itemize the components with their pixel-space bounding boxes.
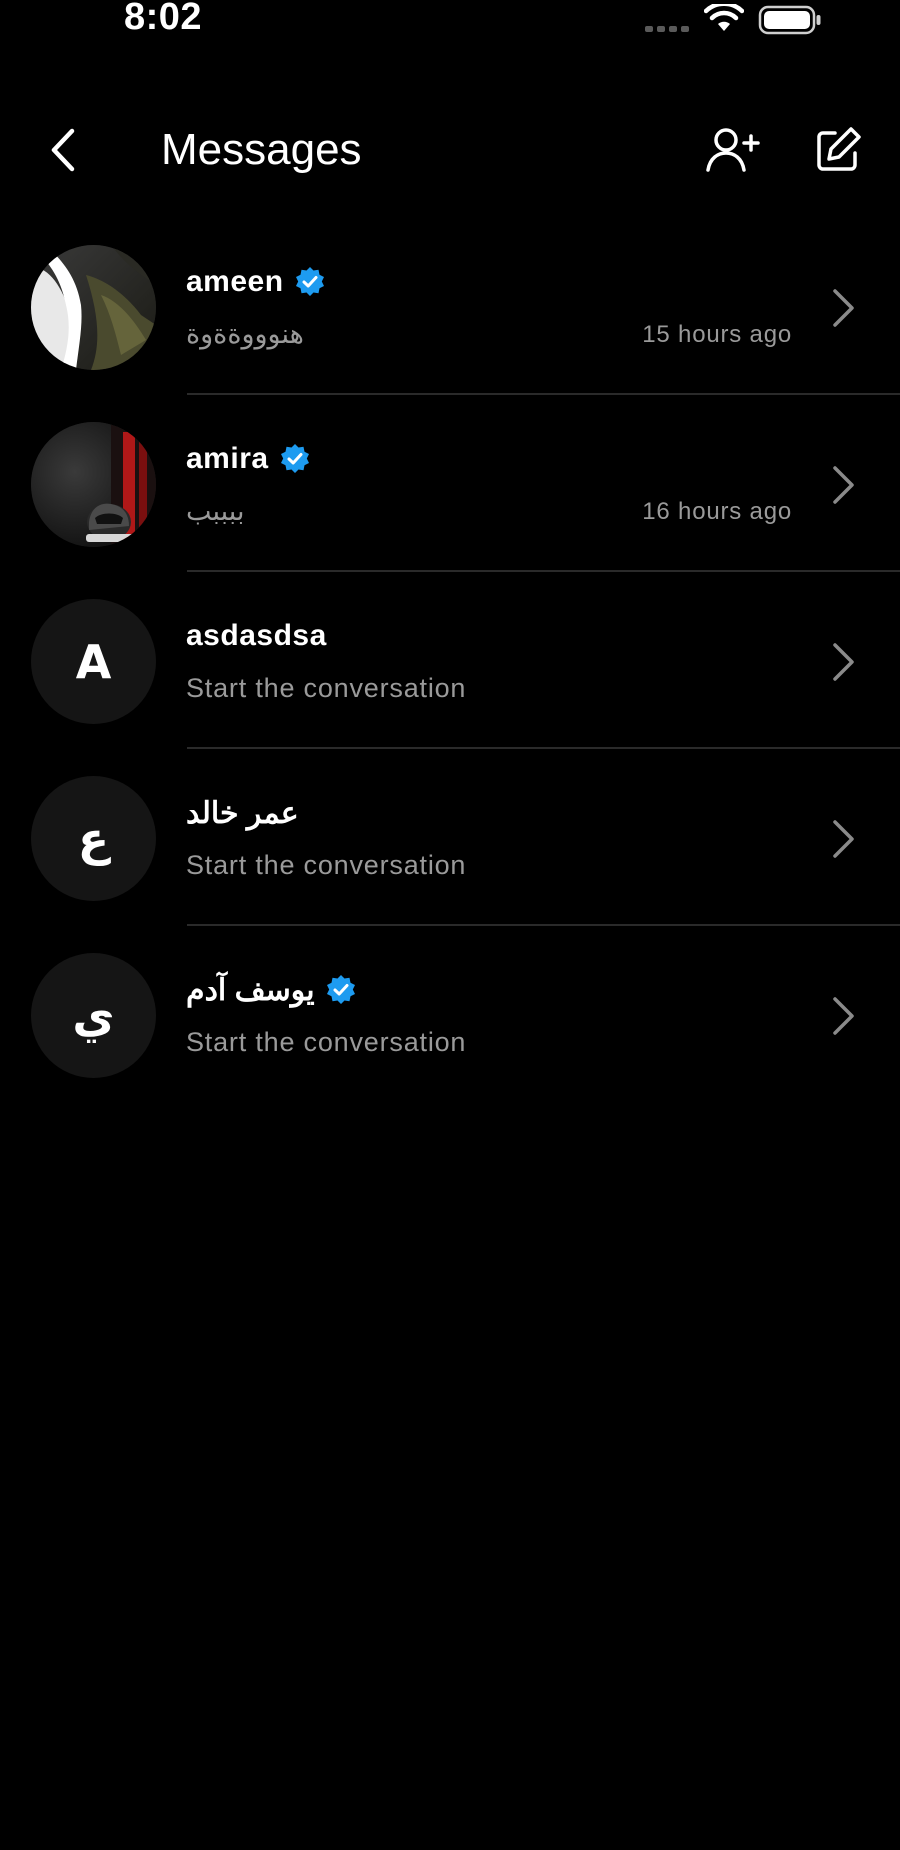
avatar: ي — [31, 953, 156, 1078]
name-line: يوسف آدم — [186, 968, 357, 1012]
verified-badge-icon — [295, 267, 324, 296]
name-line: ameen — [186, 260, 326, 304]
message-preview: Start the conversation — [186, 1027, 467, 1057]
back-button[interactable] — [34, 120, 94, 180]
cellular-signal-icon — [645, 26, 689, 32]
conversation-row-amira[interactable]: amira ببببب 16 hours ago — [0, 395, 900, 572]
name-line: عمر خالد — [186, 791, 299, 835]
message-timestamp: 15 hours ago — [642, 321, 792, 348]
compose-icon — [817, 127, 861, 171]
message-preview: Start the conversation — [186, 850, 467, 880]
wifi-icon — [704, 4, 744, 31]
message-preview: هنوووةةوة — [186, 319, 304, 349]
conversation-row-ameen[interactable]: ameen هنوووةةوة 15 hours ago — [0, 218, 900, 395]
contact-name: amira — [186, 442, 269, 475]
status-bar: 8:02 — [0, 0, 900, 44]
avatar-initial: A — [75, 634, 112, 689]
message-preview: Start the conversation — [186, 673, 467, 703]
chevron-right-icon — [833, 466, 854, 504]
add-user-button[interactable] — [700, 118, 764, 182]
avatar-initial: ي — [72, 988, 115, 1043]
chevron-right-icon — [833, 643, 854, 681]
contact-name: asdasdsa — [186, 619, 327, 652]
compose-button[interactable] — [806, 118, 870, 182]
contact-name: عمر خالد — [186, 796, 299, 830]
status-time: 8:02 — [124, 0, 203, 38]
battery-icon — [758, 5, 821, 35]
avatar — [31, 422, 156, 547]
conversation-row-omar-khaled[interactable]: ع عمر خالد Start the conversation — [0, 749, 900, 926]
avatar: A — [31, 599, 156, 724]
name-line: asdasdsa — [186, 614, 327, 658]
message-preview: ببببب — [186, 496, 245, 526]
contact-name: يوسف آدم — [186, 973, 315, 1007]
avatar: ع — [31, 776, 156, 901]
conversation-list: ameen هنوووةةوة 15 hours ago amira ببببب… — [0, 218, 900, 1103]
user-plus-icon — [706, 128, 760, 172]
avatar-photo-helmet — [31, 422, 156, 547]
header: Messages — [0, 110, 900, 190]
chevron-right-icon — [833, 289, 854, 327]
avatar-photo-waterfall — [31, 245, 156, 370]
chevron-right-icon — [833, 820, 854, 858]
message-timestamp: 16 hours ago — [642, 498, 792, 525]
chevron-left-icon — [51, 128, 75, 172]
page-title: Messages — [161, 125, 362, 174]
chevron-right-icon — [833, 997, 854, 1035]
avatar-initial: ع — [77, 811, 110, 866]
avatar — [31, 245, 156, 370]
conversation-row-asdasdsa[interactable]: A asdasdsa Start the conversation — [0, 572, 900, 749]
verified-badge-icon — [280, 444, 309, 473]
name-line: amira — [186, 437, 311, 481]
conversation-row-yousef-adam[interactable]: ي يوسف آدم Start the conversation — [0, 926, 900, 1103]
contact-name: ameen — [186, 265, 284, 298]
verified-badge-icon — [326, 975, 355, 1004]
